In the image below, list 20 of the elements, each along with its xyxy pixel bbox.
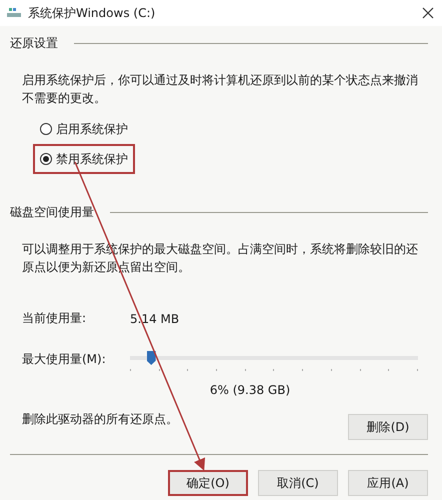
close-icon[interactable] <box>422 7 434 19</box>
current-usage-label: 当前使用量: <box>22 310 88 327</box>
delete-description: 删除此驱动器的所有还原点。 <box>22 411 178 428</box>
slider-reading: 6% (9.38 GB) <box>208 383 292 397</box>
dialog-button[interactable]: 取消(C) <box>258 470 338 496</box>
radio-button[interactable] <box>40 123 52 135</box>
section-heading: 磁盘空间使用量 <box>10 204 94 220</box>
section-heading: 还原设置 <box>10 34 58 52</box>
radio-button[interactable] <box>40 153 52 165</box>
drive-icon <box>6 7 22 19</box>
dialog-button[interactable]: 应用(A) <box>348 470 428 496</box>
window-title: 系统保护Windows (C:) <box>28 4 156 22</box>
radio-option[interactable]: 禁用系统保护 <box>33 144 135 174</box>
description-text: 启用系统保护后，你可以通过及时将计算机还原到以前的某个状态点来撤消不需要的更改。 <box>22 72 419 107</box>
radio-option[interactable]: 启用系统保护 <box>33 117 135 141</box>
max-usage-label: 最大使用量(M): <box>22 350 107 368</box>
usage-slider[interactable] <box>130 349 418 369</box>
dialog-button[interactable]: 确定(O) <box>168 470 248 496</box>
slider-thumb[interactable] <box>146 351 156 365</box>
delete-button[interactable]: 删除(D) <box>348 414 428 440</box>
